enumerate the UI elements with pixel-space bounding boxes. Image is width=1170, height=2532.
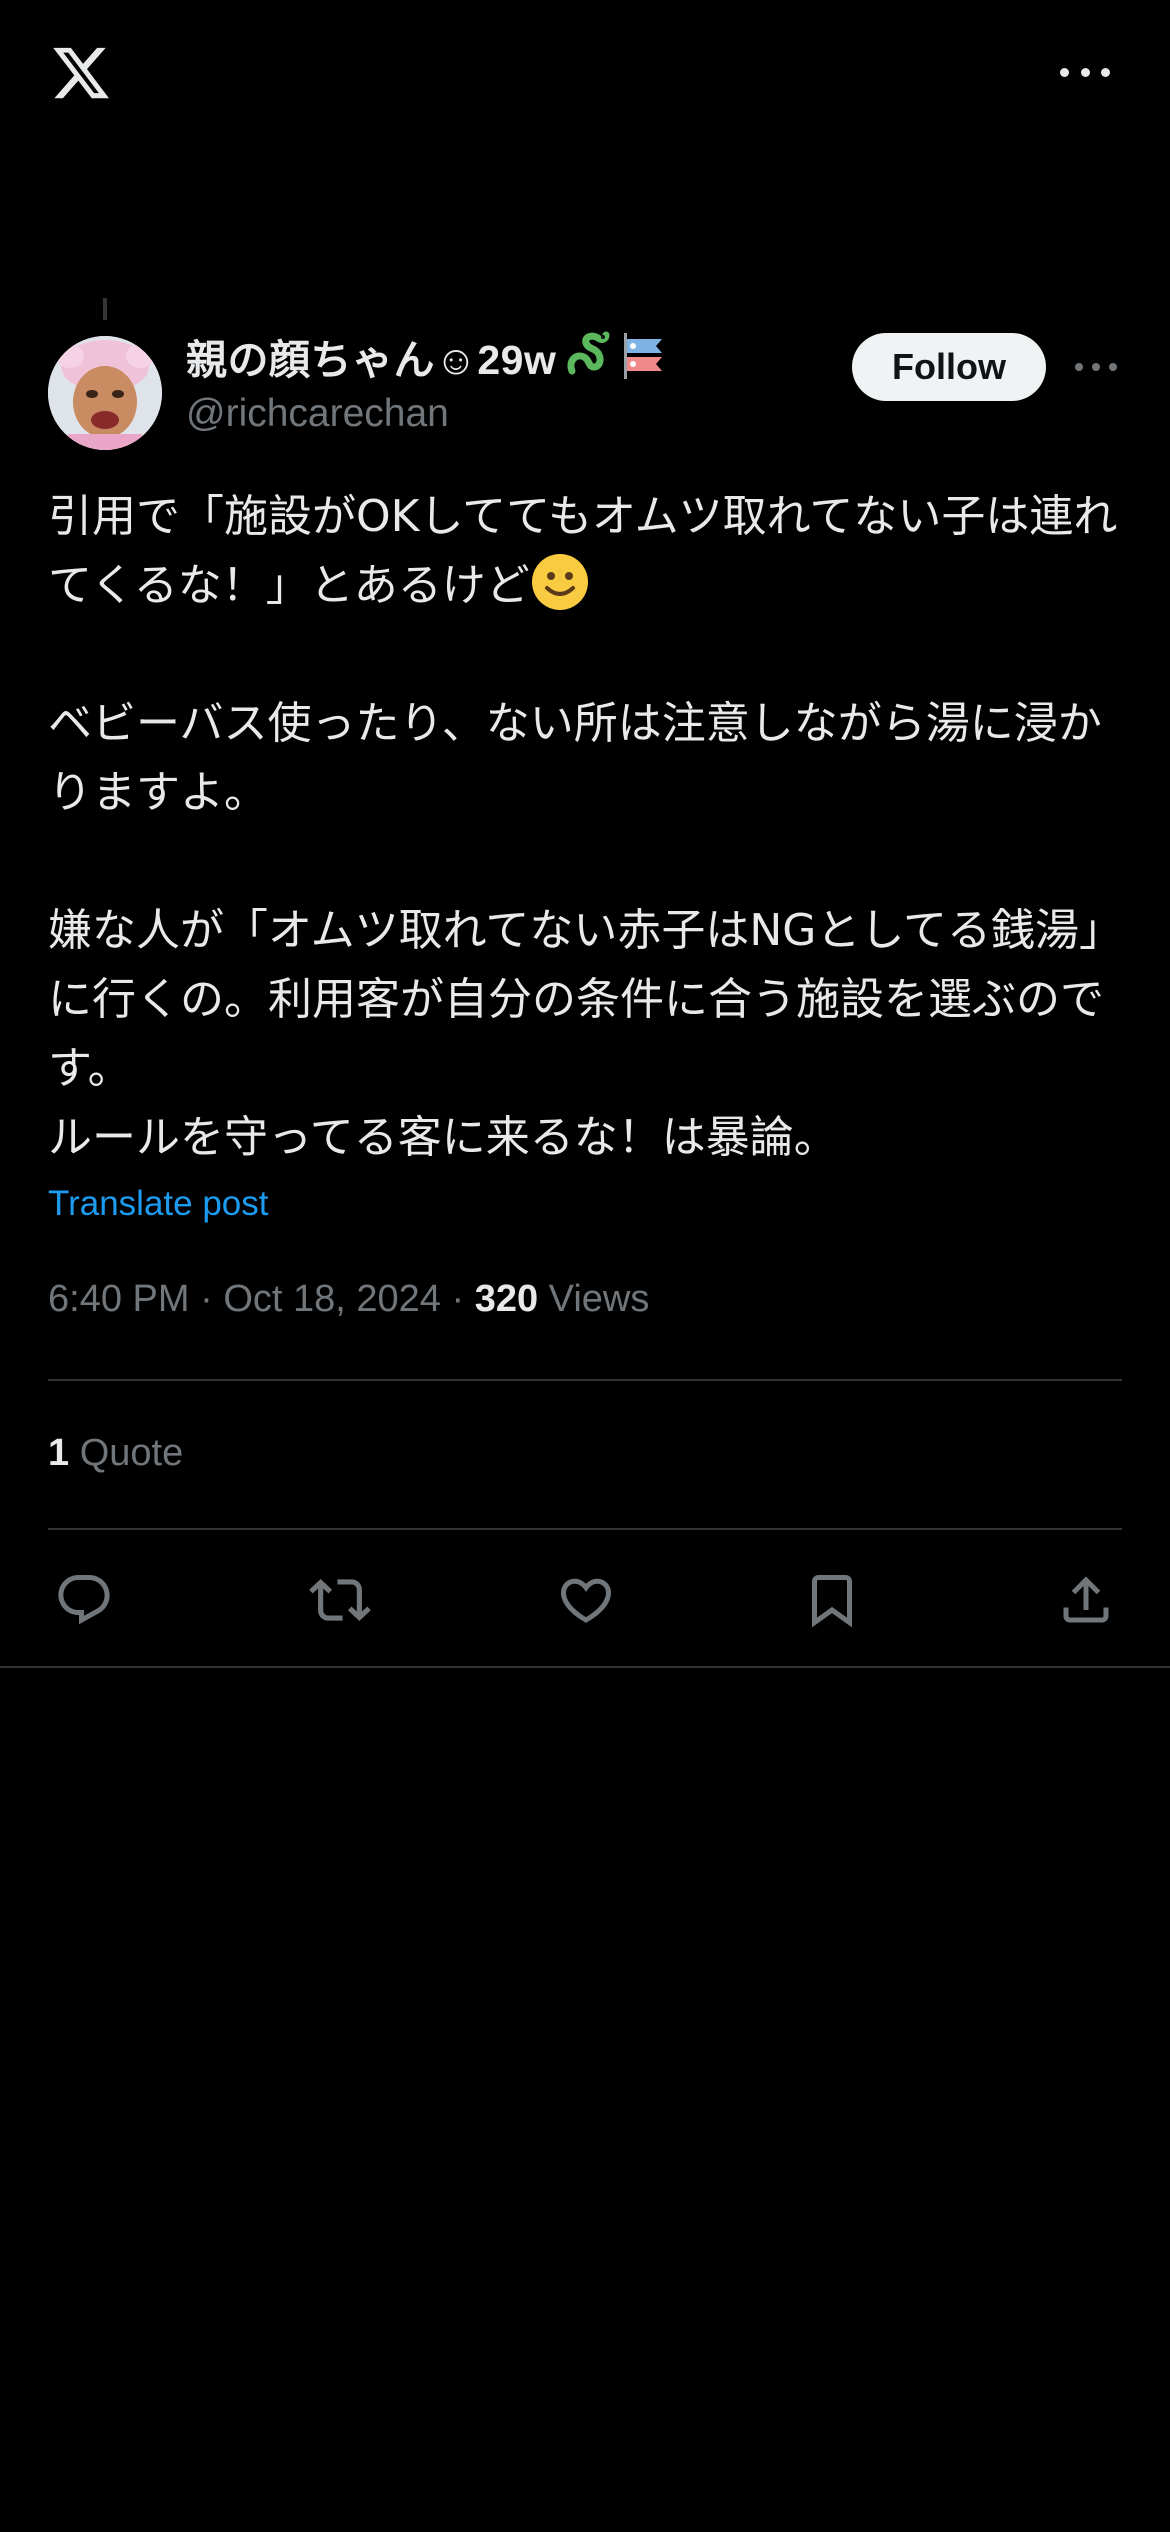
like-icon (560, 1578, 612, 1623)
quotes-link[interactable]: 1 Quote (48, 1432, 183, 1475)
author-handle[interactable]: @richcarechan (186, 392, 449, 436)
post-date[interactable]: Oct 18, 2024 (223, 1278, 441, 1320)
dragon-icon (567, 331, 610, 375)
follow-button[interactable]: Follow (852, 333, 1046, 401)
share-icon (1063, 1576, 1109, 1623)
post-paragraph: 引用で「施設がOKしててもオムツ取れてない子は連れてくるな！」とあるけど (48, 482, 1128, 620)
author-name-row: 親の顔ちゃん☺︎29w (186, 328, 668, 384)
top-bar (0, 0, 1170, 150)
post-paragraph: ルールを守ってる客に来るな！は暴論。 (48, 1112, 838, 1163)
carp-streamer-icon (624, 333, 663, 379)
divider (48, 1528, 1122, 1530)
reply-icon (58, 1575, 110, 1625)
post-text: 引用で「施設がOKしててもオムツ取れてない子は連れてくるな！」とあるけど ベビー… (48, 482, 1128, 1172)
views-count: 320 (474, 1278, 539, 1320)
repost-icon (309, 1579, 371, 1621)
avatar[interactable] (48, 336, 162, 450)
more-options-icon[interactable] (1060, 62, 1110, 82)
x-logo-icon[interactable] (48, 42, 114, 104)
bookmark-icon (812, 1575, 852, 1628)
translate-post-link[interactable]: Translate post (48, 1184, 268, 1224)
author-display-name[interactable]: 親の顔ちゃん☺︎29w (186, 326, 556, 386)
quote-count: 1 (48, 1432, 70, 1474)
slightly-smiling-face-icon (531, 554, 588, 610)
meta-separator: · (451, 1278, 465, 1320)
divider (48, 1379, 1122, 1381)
meta-separator: · (200, 1278, 213, 1320)
bookmark-button[interactable] (796, 1564, 868, 1636)
reply-button[interactable] (48, 1564, 120, 1636)
divider (0, 1666, 1170, 1668)
post-time[interactable]: 6:40 PM (48, 1278, 190, 1320)
quote-label: Quote (79, 1432, 184, 1474)
post-action-bar (48, 1564, 1122, 1636)
like-button[interactable] (550, 1564, 622, 1636)
share-button[interactable] (1050, 1564, 1122, 1636)
post-paragraph: 嫌な人が「オムツ取れてない赤子はNGとしてる銭湯」に行くの。利用客が自分の条件に… (48, 905, 1124, 1094)
post-more-options-icon[interactable] (1075, 360, 1117, 374)
views-label: Views (548, 1278, 650, 1320)
thread-connector (103, 298, 107, 320)
post-metadata: 6:40 PM · Oct 18, 2024 · 320 Views (48, 1278, 649, 1321)
post-paragraph: ベビーバス使ったり、ない所は注意しながら湯に浸かりますよ。 (48, 698, 1102, 818)
repost-button[interactable] (304, 1564, 376, 1636)
